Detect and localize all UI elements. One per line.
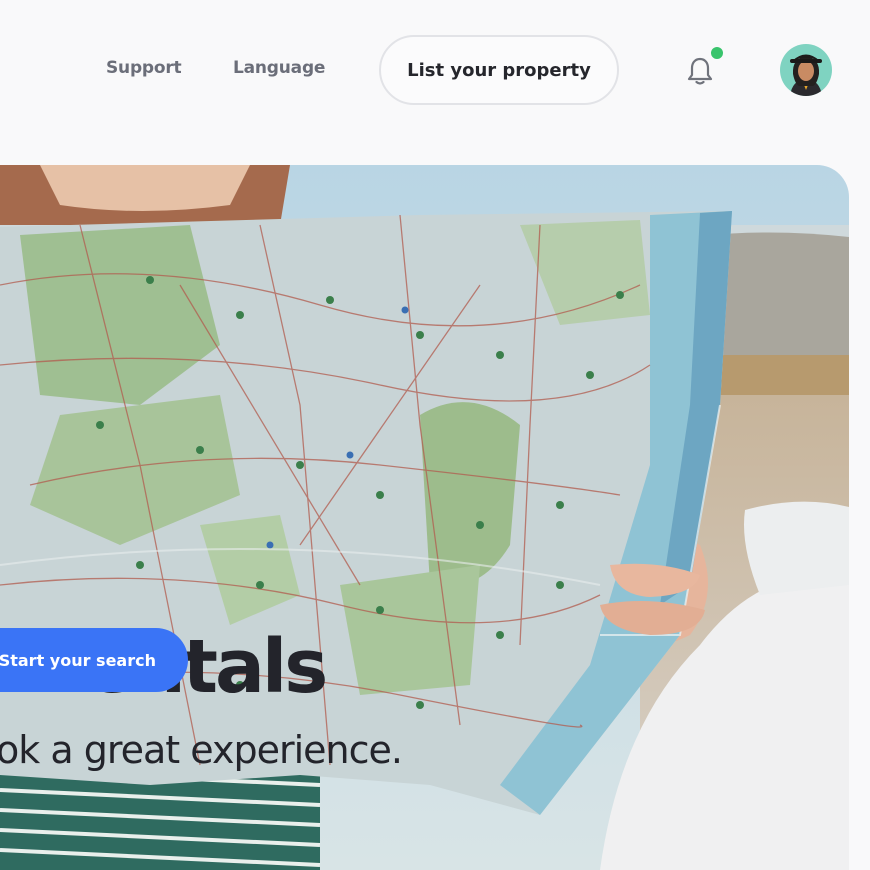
nav-link-language[interactable]: Language [233, 58, 325, 78]
nav-link-support[interactable]: Support [106, 58, 182, 78]
start-search-button[interactable]: Start your search [0, 628, 188, 692]
hero-banner: r rentals ok a great experience. [0, 165, 849, 870]
list-your-property-button[interactable]: List your property [379, 35, 619, 105]
notification-dot [709, 45, 725, 61]
bell-icon[interactable] [686, 56, 714, 86]
hero-subtitle: ok a great experience. [0, 728, 403, 772]
avatar[interactable] [780, 44, 832, 96]
